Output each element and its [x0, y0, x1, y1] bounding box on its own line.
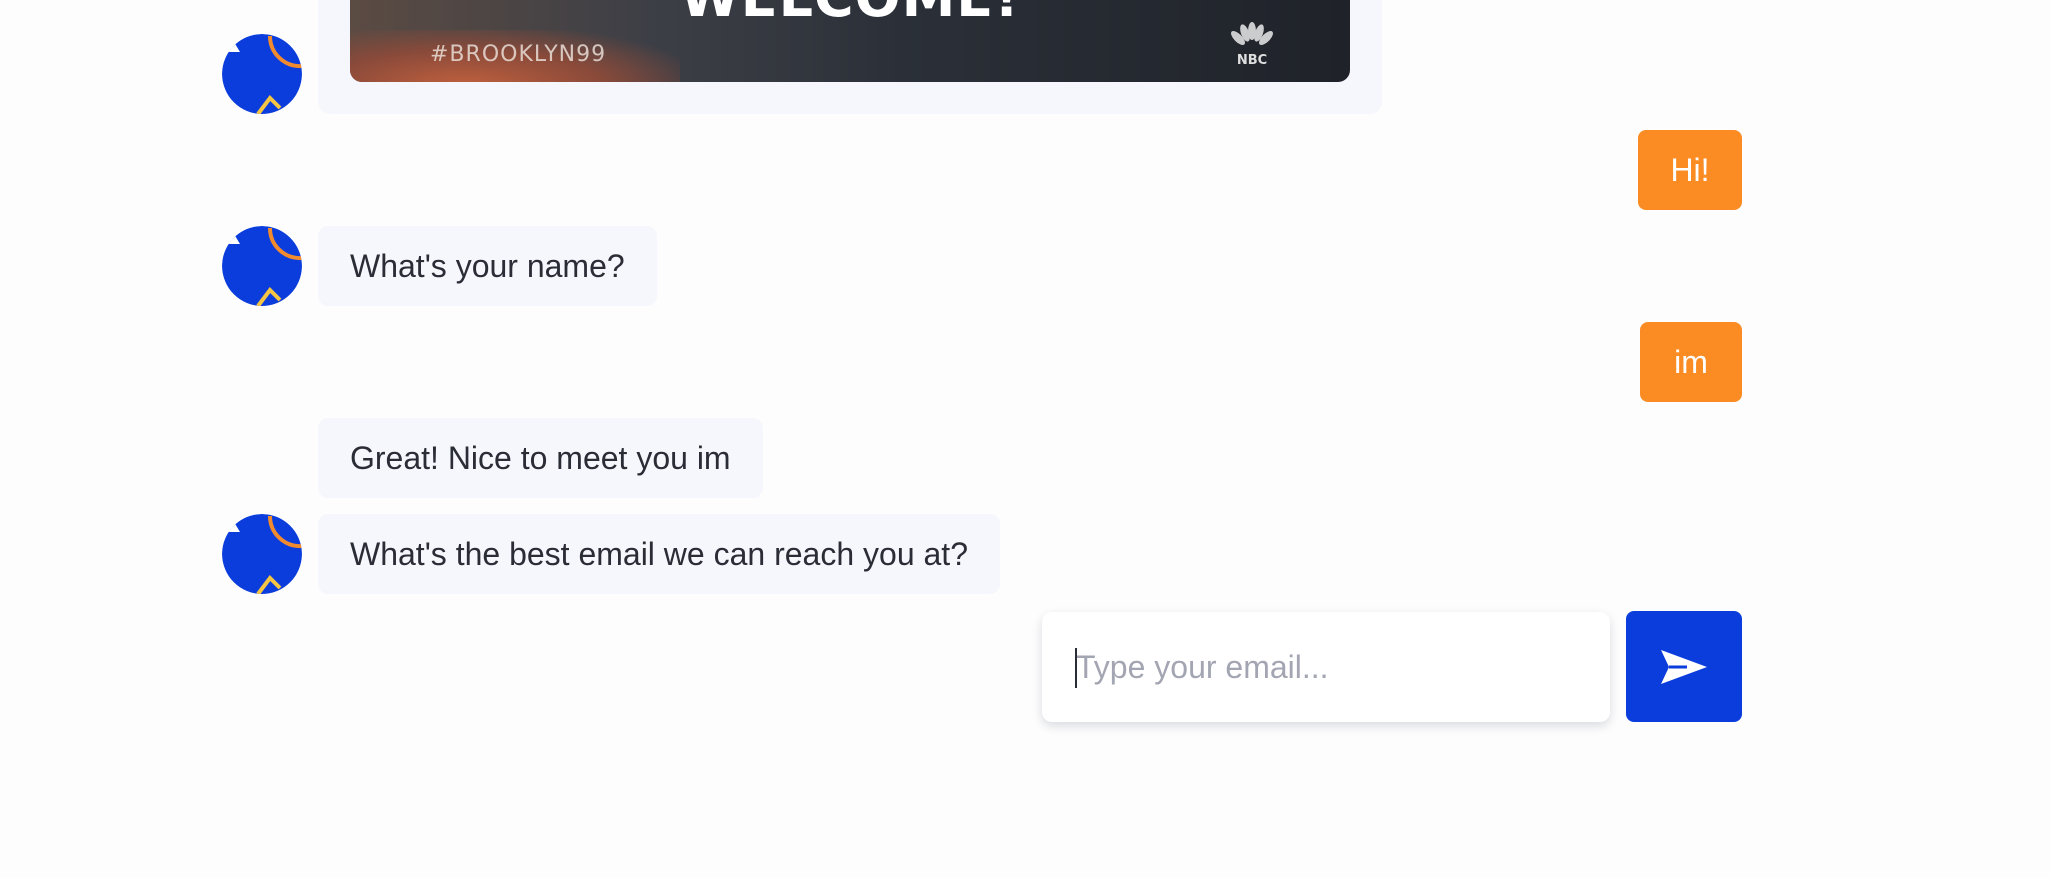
- bot-avatar-icon: [222, 226, 302, 306]
- nbc-peacock-logo: NBC: [1231, 22, 1273, 66]
- bot-message-bubble: Great! Nice to meet you im: [318, 418, 763, 498]
- bot-avatar: [222, 226, 302, 306]
- text-caret: [1075, 648, 1077, 688]
- bot-avatar: [222, 514, 302, 594]
- gif-message-card: WELCOME! #BROOKLYN99 NBC: [318, 0, 1382, 114]
- bot-avatar-icon: [222, 514, 302, 594]
- user-message-bubble: im: [1640, 322, 1742, 402]
- welcome-gif: WELCOME! #BROOKLYN99 NBC: [350, 0, 1350, 82]
- user-message-bubble: Hi!: [1638, 130, 1742, 210]
- bot-message-bubble: What's your name?: [318, 226, 657, 306]
- email-input-container[interactable]: [1042, 612, 1610, 722]
- send-button[interactable]: [1626, 611, 1742, 722]
- send-arrow-icon: [1661, 649, 1707, 684]
- svg-text:NBC: NBC: [1237, 53, 1267, 66]
- email-input[interactable]: [1072, 612, 1590, 722]
- bot-message-bubble: What's the best email we can reach you a…: [318, 514, 1000, 594]
- gif-hashtag: #BROOKLYN99: [430, 42, 607, 67]
- bot-avatar-icon: [222, 34, 302, 114]
- bot-avatar: [222, 34, 302, 114]
- gif-title-text: WELCOME!: [350, 0, 1350, 29]
